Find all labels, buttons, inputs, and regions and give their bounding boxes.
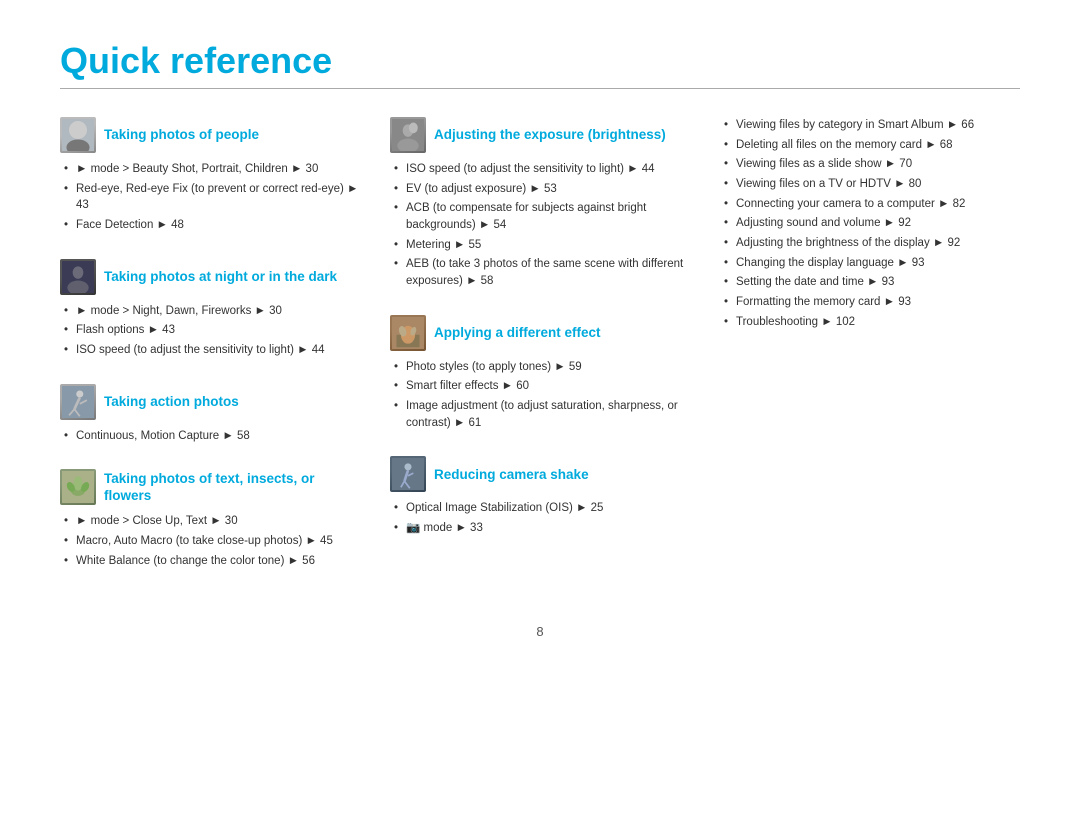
section-action-body: Continuous, Motion Capture ► 58 [60,428,360,445]
list-item: Formatting the memory card ► 93 [722,294,1020,311]
right-column: Viewing files by category in Smart Album… [720,117,1020,594]
section-people-body: ► mode > Beauty Shot, Portrait, Children… [60,161,360,234]
list-item: Viewing files by category in Smart Album… [722,117,1020,134]
section-effect-header: Applying a different effect [390,315,690,351]
list-item: Macro, Auto Macro (to take close-up phot… [62,533,360,550]
list-item: Metering ► 55 [392,237,690,254]
section-macro-header: Taking photos of text, insects, or flowe… [60,469,360,505]
list-item: Adjusting sound and volume ► 92 [722,215,1020,232]
action-photo-icon [60,384,96,420]
page-title: Quick reference [60,40,1020,82]
section-shake-header: Reducing camera shake [390,456,690,492]
list-item: Connecting your camera to a computer ► 8… [722,196,1020,213]
list-item: Viewing files on a TV or HDTV ► 80 [722,176,1020,193]
list-item: ISO speed (to adjust the sensitivity to … [62,342,360,359]
section-people-title: Taking photos of people [104,126,259,144]
section-night-body: ► mode > Night, Dawn, Fireworks ► 30 Fla… [60,303,360,359]
list-item: Continuous, Motion Capture ► 58 [62,428,360,445]
exposure-icon [390,117,426,153]
list-item: Photo styles (to apply tones) ► 59 [392,359,690,376]
section-exposure-title: Adjusting the exposure (brightness) [434,126,666,144]
night-photo-icon [60,259,96,295]
section-effect: Applying a different effect Photo styles… [390,315,690,435]
section-misc-body: Viewing files by category in Smart Album… [720,117,1020,330]
list-item: Troubleshooting ► 102 [722,314,1020,331]
section-effect-title: Applying a different effect [434,324,601,342]
list-item: AEB (to take 3 photos of the same scene … [392,256,690,289]
middle-column: Adjusting the exposure (brightness) ISO … [390,117,690,594]
title-divider [60,88,1020,89]
list-item: Flash options ► 43 [62,322,360,339]
section-exposure-body: ISO speed (to adjust the sensitivity to … [390,161,690,290]
left-column: Taking photos of people ► mode > Beauty … [60,117,360,594]
section-action-title: Taking action photos [104,393,239,411]
section-people-header: Taking photos of people [60,117,360,153]
section-shake-title: Reducing camera shake [434,466,589,484]
list-item: Red-eye, Red-eye Fix (to prevent or corr… [62,181,360,214]
content-grid: Taking photos of people ► mode > Beauty … [60,117,1020,594]
section-shake-body: Optical Image Stabilization (OIS) ► 25 📷… [390,500,690,536]
list-item: ► mode > Beauty Shot, Portrait, Children… [62,161,360,178]
section-people: Taking photos of people ► mode > Beauty … [60,117,360,237]
list-item: ► mode > Close Up, Text ► 30 [62,513,360,530]
section-effect-body: Photo styles (to apply tones) ► 59 Smart… [390,359,690,432]
section-macro-body: ► mode > Close Up, Text ► 30 Macro, Auto… [60,513,360,569]
section-exposure: Adjusting the exposure (brightness) ISO … [390,117,690,293]
list-item: Adjusting the brightness of the display … [722,235,1020,252]
list-item: Deleting all files on the memory card ► … [722,137,1020,154]
effect-icon [390,315,426,351]
page-number: 8 [60,624,1020,639]
section-action-header: Taking action photos [60,384,360,420]
list-item: Setting the date and time ► 93 [722,274,1020,291]
list-item: Viewing files as a slide show ► 70 [722,156,1020,173]
section-night: Taking photos at night or in the dark ► … [60,259,360,362]
list-item: Changing the display language ► 93 [722,255,1020,272]
camera-shake-icon [390,456,426,492]
section-exposure-header: Adjusting the exposure (brightness) [390,117,690,153]
section-macro-title: Taking photos of text, insects, or flowe… [104,470,360,505]
list-item: 📷 mode ► 33 [392,520,690,537]
list-item: Smart filter effects ► 60 [392,378,690,395]
section-misc: Viewing files by category in Smart Album… [720,117,1020,333]
list-item: ISO speed (to adjust the sensitivity to … [392,161,690,178]
list-item: White Balance (to change the color tone)… [62,553,360,570]
list-item: ACB (to compensate for subjects against … [392,200,690,233]
section-macro: Taking photos of text, insects, or flowe… [60,469,360,572]
list-item: Optical Image Stabilization (OIS) ► 25 [392,500,690,517]
person-portrait-icon [60,117,96,153]
list-item: EV (to adjust exposure) ► 53 [392,181,690,198]
macro-photo-icon [60,469,96,505]
section-action: Taking action photos Continuous, Motion … [60,384,360,448]
section-night-title: Taking photos at night or in the dark [104,268,337,286]
list-item: Image adjustment (to adjust saturation, … [392,398,690,431]
list-item: ► mode > Night, Dawn, Fireworks ► 30 [62,303,360,320]
list-item: Face Detection ► 48 [62,217,360,234]
section-night-header: Taking photos at night or in the dark [60,259,360,295]
section-shake: Reducing camera shake Optical Image Stab… [390,456,690,539]
